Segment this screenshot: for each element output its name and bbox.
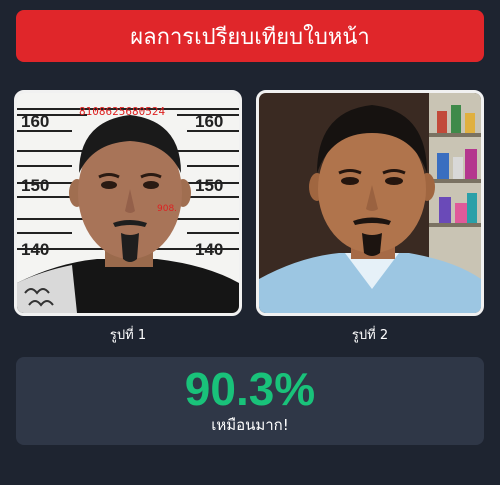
result-card: 90.3% เหมือนมาก! bbox=[16, 357, 484, 445]
stamp-number: 8108625680524 bbox=[79, 105, 165, 118]
similarity-verdict: เหมือนมาก! bbox=[211, 416, 289, 434]
result-header: ผลการเปรียบเทียบใบหน้า bbox=[16, 10, 484, 62]
height-mark: 160 bbox=[21, 112, 49, 131]
photo-1: 160 160 150 150 140 140 8108625680524 90… bbox=[14, 90, 242, 316]
photo-2-caption: รูปที่ 2 bbox=[351, 328, 389, 343]
height-mark: 140 bbox=[21, 240, 49, 259]
height-mark: 140 bbox=[195, 240, 223, 259]
photo-1-caption: รูปที่ 1 bbox=[109, 328, 147, 343]
height-mark: 150 bbox=[21, 176, 49, 195]
page-title: ผลการเปรียบเทียบใบหน้า bbox=[130, 24, 370, 50]
photo-2 bbox=[256, 90, 484, 316]
height-mark: 150 bbox=[195, 176, 223, 195]
similarity-score: 90.3% bbox=[184, 363, 316, 415]
height-mark: 160 bbox=[195, 112, 223, 131]
stamp-small: 908. bbox=[157, 204, 177, 214]
